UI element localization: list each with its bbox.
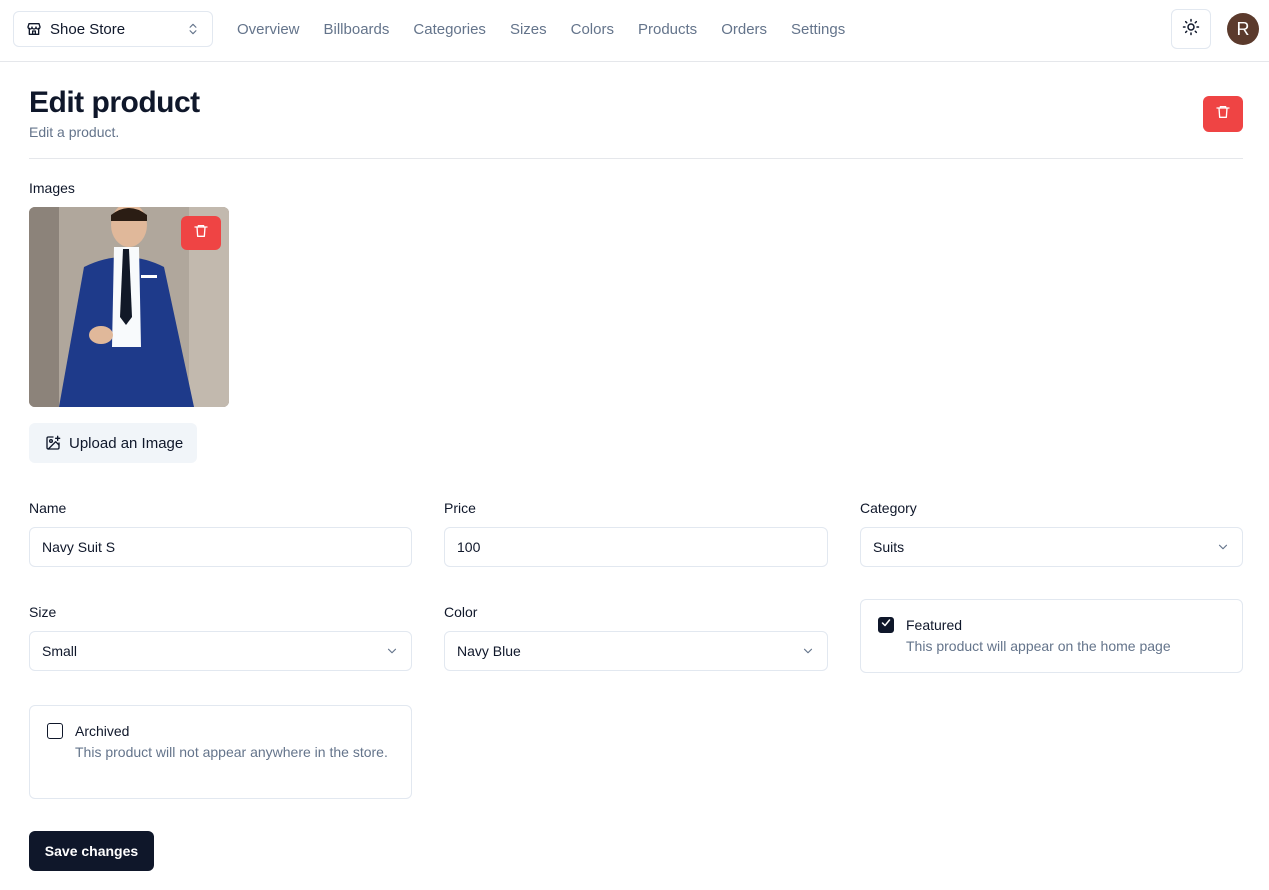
avatar[interactable]: R bbox=[1227, 13, 1259, 45]
page-title: Edit product bbox=[29, 86, 200, 119]
name-input-value: Navy Suit S bbox=[42, 539, 116, 555]
nav-orders[interactable]: Orders bbox=[721, 21, 767, 38]
chevron-down-icon bbox=[385, 644, 399, 658]
category-label: Category bbox=[860, 500, 917, 516]
category-select[interactable]: Suits bbox=[860, 527, 1243, 567]
nav-overview[interactable]: Overview bbox=[237, 21, 300, 38]
nav-colors[interactable]: Colors bbox=[571, 21, 614, 38]
price-label: Price bbox=[444, 500, 476, 516]
color-label: Color bbox=[444, 604, 478, 620]
featured-card: Featured This product will appear on the… bbox=[860, 599, 1243, 673]
upload-image-button[interactable]: Upload an Image bbox=[29, 423, 197, 463]
nav-billboards[interactable]: Billboards bbox=[324, 21, 390, 38]
save-changes-button[interactable]: Save changes bbox=[29, 831, 154, 871]
price-input-value: 100 bbox=[457, 539, 481, 555]
store-icon bbox=[26, 21, 42, 37]
featured-description: This product will appear on the home pag… bbox=[906, 638, 1171, 654]
page-subtitle: Edit a product. bbox=[29, 124, 120, 140]
size-label: Size bbox=[29, 604, 57, 620]
chevrons-up-down-icon bbox=[186, 22, 200, 36]
images-label: Images bbox=[29, 180, 75, 196]
main-nav: Overview Billboards Categories Sizes Col… bbox=[237, 0, 869, 58]
trash-icon bbox=[193, 223, 209, 244]
name-label: Name bbox=[29, 500, 67, 516]
nav-products[interactable]: Products bbox=[638, 21, 697, 38]
archived-title: Archived bbox=[75, 723, 130, 739]
featured-checkbox[interactable] bbox=[878, 617, 894, 633]
delete-product-button[interactable] bbox=[1203, 96, 1243, 132]
archived-card: Archived This product will not appear an… bbox=[29, 705, 412, 799]
color-select-value: Navy Blue bbox=[457, 643, 521, 659]
chevron-down-icon bbox=[801, 644, 815, 658]
theme-toggle-button[interactable] bbox=[1171, 9, 1211, 49]
name-input[interactable]: Navy Suit S bbox=[29, 527, 412, 567]
divider bbox=[29, 158, 1243, 159]
nav-categories[interactable]: Categories bbox=[413, 21, 486, 38]
nav-sizes[interactable]: Sizes bbox=[510, 21, 547, 38]
image-plus-icon bbox=[45, 435, 61, 451]
price-input[interactable]: 100 bbox=[444, 527, 828, 567]
remove-image-button[interactable] bbox=[181, 216, 221, 250]
size-select-value: Small bbox=[42, 643, 78, 659]
chevron-down-icon bbox=[1216, 540, 1230, 554]
sun-icon bbox=[1182, 18, 1200, 41]
check-icon bbox=[880, 616, 892, 634]
nav-settings[interactable]: Settings bbox=[791, 21, 845, 38]
category-select-value: Suits bbox=[873, 539, 905, 555]
store-switcher[interactable]: Shoe Store bbox=[13, 11, 213, 47]
trash-icon bbox=[1215, 104, 1231, 125]
color-select[interactable]: Navy Blue bbox=[444, 631, 828, 671]
archived-description: This product will not appear anywhere in… bbox=[75, 744, 388, 760]
size-select[interactable]: Small bbox=[29, 631, 412, 671]
upload-image-label: Upload an Image bbox=[69, 434, 184, 452]
archived-checkbox[interactable] bbox=[47, 723, 63, 739]
featured-title: Featured bbox=[906, 617, 963, 633]
top-navbar: Shoe Store Overview Billboards Categorie… bbox=[0, 0, 1269, 62]
store-name: Shoe Store bbox=[50, 20, 126, 38]
